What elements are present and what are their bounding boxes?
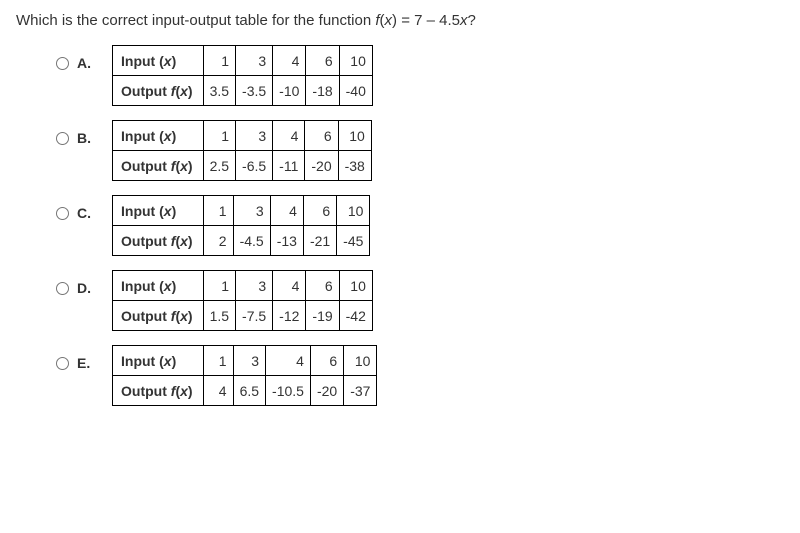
option-d[interactable]: D. Input (x) 1 3 4 6 10 Output f(x) 1.5 … (56, 270, 784, 331)
radio-b[interactable] (56, 132, 69, 145)
cell: 4 (266, 346, 311, 376)
cell: -7.5 (236, 301, 273, 331)
cell: -42 (339, 301, 372, 331)
output-header: Output f(x) (113, 151, 204, 181)
output-header: Output f(x) (113, 301, 204, 331)
cell: 6 (305, 121, 338, 151)
cell: -13 (270, 226, 303, 256)
table-row: Input (x) 1 3 4 6 10 (113, 346, 377, 376)
cell: -20 (305, 151, 338, 181)
cell: 10 (338, 121, 371, 151)
cell: -20 (310, 376, 343, 406)
cell: 1 (203, 346, 233, 376)
option-label-b: B. (77, 130, 91, 146)
question-var: x (385, 12, 393, 29)
cell: -45 (337, 226, 370, 256)
table-c: Input (x) 1 3 4 6 10 Output f(x) 2 -4.5 … (112, 195, 370, 256)
cell: -21 (303, 226, 336, 256)
table-e: Input (x) 1 3 4 6 10 Output f(x) 4 6.5 -… (112, 345, 377, 406)
question-text: Which is the correct input-output table … (16, 12, 784, 29)
cell: -3.5 (236, 76, 273, 106)
cell: -10 (273, 76, 306, 106)
radio-a[interactable] (56, 57, 69, 70)
table-row: Output f(x) 3.5 -3.5 -10 -18 -40 (113, 76, 373, 106)
cell: 2 (203, 226, 233, 256)
cell: 10 (339, 46, 372, 76)
cell: 6.5 (233, 376, 265, 406)
option-c[interactable]: C. Input (x) 1 3 4 6 10 Output f(x) 2 -4… (56, 195, 784, 256)
question-suffix: ) = 7 – 4.5 (392, 12, 460, 29)
table-d: Input (x) 1 3 4 6 10 Output f(x) 1.5 -7.… (112, 270, 373, 331)
cell: -6.5 (236, 151, 273, 181)
cell: 3.5 (203, 76, 235, 106)
cell: 6 (306, 46, 339, 76)
cell: 3 (236, 271, 273, 301)
cell: 6 (310, 346, 343, 376)
cell: -18 (306, 76, 339, 106)
output-header: Output f(x) (113, 76, 204, 106)
cell: -37 (344, 376, 377, 406)
table-b: Input (x) 1 3 4 6 10 Output f(x) 2.5 -6.… (112, 120, 372, 181)
cell: -10.5 (266, 376, 311, 406)
cell: 4 (273, 271, 306, 301)
cell: -11 (273, 151, 305, 181)
input-header: Input (x) (113, 196, 204, 226)
output-header: Output f(x) (113, 376, 204, 406)
question-var-2: x (460, 12, 468, 29)
cell: 4 (273, 121, 305, 151)
question-prefix: Which is the correct input-output table … (16, 12, 375, 29)
input-header: Input (x) (113, 271, 204, 301)
radio-d[interactable] (56, 282, 69, 295)
option-label-a: A. (77, 55, 91, 71)
output-header: Output f(x) (113, 226, 204, 256)
cell: 1.5 (203, 301, 235, 331)
cell: 1 (203, 271, 235, 301)
cell: -4.5 (233, 226, 270, 256)
table-row: Output f(x) 1.5 -7.5 -12 -19 -42 (113, 301, 373, 331)
table-row: Output f(x) 4 6.5 -10.5 -20 -37 (113, 376, 377, 406)
cell: 2.5 (203, 151, 235, 181)
cell: 10 (339, 271, 372, 301)
option-b[interactable]: B. Input (x) 1 3 4 6 10 Output f(x) 2.5 … (56, 120, 784, 181)
input-header: Input (x) (113, 346, 204, 376)
cell: 3 (236, 46, 273, 76)
cell: 1 (203, 196, 233, 226)
cell: 10 (344, 346, 377, 376)
cell: 10 (337, 196, 370, 226)
cell: 4 (270, 196, 303, 226)
table-row: Output f(x) 2.5 -6.5 -11 -20 -38 (113, 151, 372, 181)
cell: 6 (306, 271, 339, 301)
input-header: Input (x) (113, 121, 204, 151)
radio-e[interactable] (56, 357, 69, 370)
option-label-d: D. (77, 280, 91, 296)
radio-c[interactable] (56, 207, 69, 220)
cell: -40 (339, 76, 372, 106)
table-row: Input (x) 1 3 4 6 10 (113, 196, 370, 226)
option-label-e: E. (77, 355, 90, 371)
options-group: A. Input (x) 1 3 4 6 10 Output f(x) 3.5 … (16, 45, 784, 406)
table-row: Output f(x) 2 -4.5 -13 -21 -45 (113, 226, 370, 256)
cell: -38 (338, 151, 371, 181)
table-row: Input (x) 1 3 4 6 10 (113, 46, 373, 76)
option-label-c: C. (77, 205, 91, 221)
table-a: Input (x) 1 3 4 6 10 Output f(x) 3.5 -3.… (112, 45, 373, 106)
question-end: ? (468, 12, 476, 29)
cell: 3 (236, 121, 273, 151)
table-row: Input (x) 1 3 4 6 10 (113, 271, 373, 301)
option-e[interactable]: E. Input (x) 1 3 4 6 10 Output f(x) 4 6.… (56, 345, 784, 406)
cell: 4 (203, 376, 233, 406)
cell: -12 (273, 301, 306, 331)
input-header: Input (x) (113, 46, 204, 76)
cell: 4 (273, 46, 306, 76)
cell: 3 (233, 346, 265, 376)
cell: 1 (203, 121, 235, 151)
option-a[interactable]: A. Input (x) 1 3 4 6 10 Output f(x) 3.5 … (56, 45, 784, 106)
cell: -19 (306, 301, 339, 331)
cell: 3 (233, 196, 270, 226)
cell: 6 (303, 196, 336, 226)
cell: 1 (203, 46, 235, 76)
table-row: Input (x) 1 3 4 6 10 (113, 121, 372, 151)
